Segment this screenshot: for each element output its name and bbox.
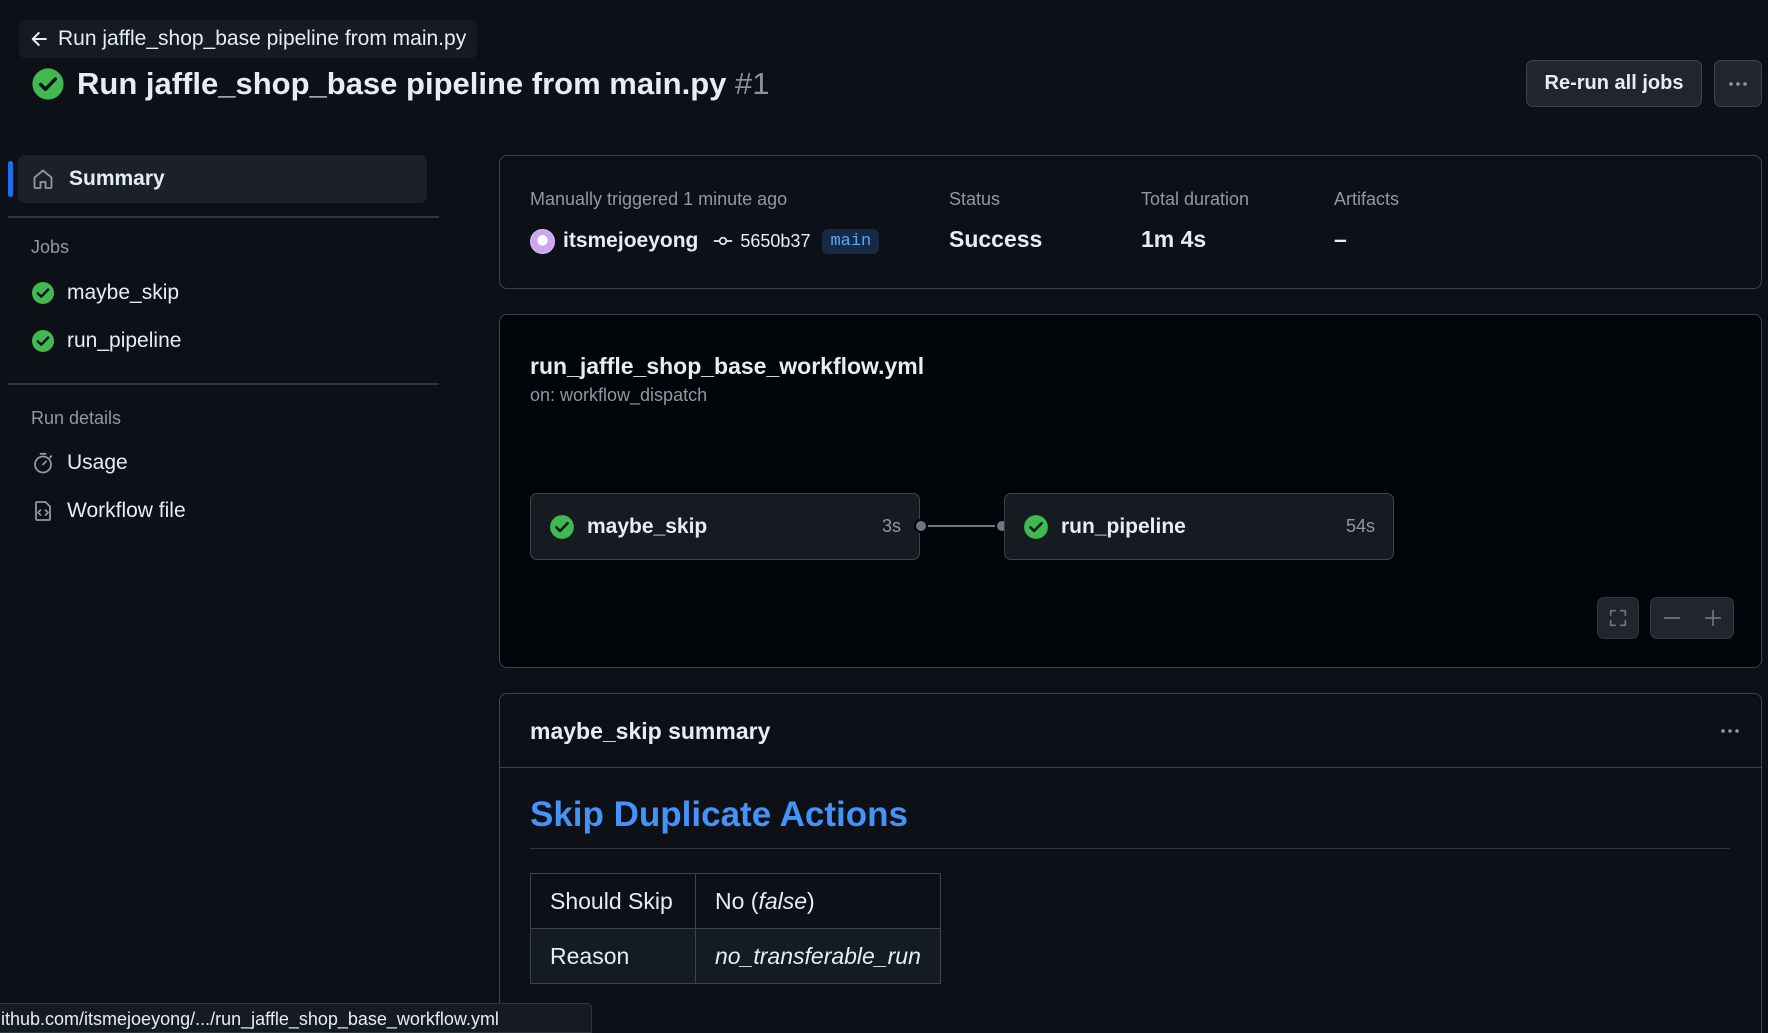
job-name: run_pipeline [1061,514,1186,538]
artifacts-value: – [1334,226,1347,252]
artifacts-label: Artifacts [1334,189,1400,209]
job-connector [922,525,1002,527]
sidebar-item-job-maybe-skip[interactable]: maybe_skip [31,277,179,309]
workflow-run-page: Run jaffle_shop_base pipeline from main.… [0,0,1768,1033]
sidebar-item-workflow-file[interactable]: Workflow file [31,495,186,527]
sidebar-item-label: Workflow file [67,499,186,522]
sidebar-item-job-run-pipeline[interactable]: run_pipeline [31,325,181,357]
sidebar-divider [8,216,439,218]
summary-heading-link[interactable]: Skip Duplicate Actions [530,795,908,835]
arrow-left-icon [31,32,47,46]
trigger-label: Manually triggered 1 minute ago [530,189,788,209]
heading-divider [530,848,1730,849]
status-value: Success [949,226,1043,252]
active-indicator [8,161,13,197]
stopwatch-icon [34,452,53,474]
page-title: Run jaffle_shop_base pipeline from main.… [77,66,770,101]
graph-job-maybe-skip[interactable]: maybe_skip 3s [530,493,920,560]
check-circle-fill-icon [32,282,54,304]
sidebar-item-label: Usage [67,451,128,474]
sidebar-item-label: maybe_skip [67,281,180,304]
workflow-trigger: on: workflow_dispatch [530,385,708,405]
check-circle-fill-icon [550,514,574,539]
kebab-horizontal-icon [1721,729,1739,733]
back-to-workflow-link[interactable]: Run jaffle_shop_base pipeline from main.… [19,20,478,58]
git-commit-icon [714,236,733,246]
job-duration: 3s [881,516,901,536]
sidebar-item-usage[interactable]: Usage [31,447,128,479]
actor-name-link[interactable]: itsmejoeyong [563,229,698,253]
graph-job-run-pipeline[interactable]: run_pipeline 54s [1004,493,1394,560]
zoom-in-icon[interactable] [1702,607,1724,629]
sidebar-divider [8,383,439,385]
sidebar-item-label: run_pipeline [67,329,182,352]
branch-badge[interactable]: main [822,228,880,254]
home-icon [33,169,53,189]
workflow-file-name: run_jaffle_shop_base_workflow.yml [530,353,925,379]
kebab-horizontal-icon [1729,81,1747,86]
run-actor: itsmejoeyong 5650b37 main [530,227,880,255]
status-label: Status [949,189,1001,209]
table-cell-value: no_transferable_run [695,928,941,984]
connector-dot [914,519,928,533]
check-circle-fill-icon [1024,514,1048,539]
duration-label: Total duration [1141,189,1250,209]
zoom-out-icon[interactable] [1661,607,1683,629]
table-row: Should Skip No (false) [530,873,941,929]
summary-menu-button[interactable] [1713,714,1747,748]
zoom-controls [1650,597,1734,639]
sidebar-item-label: Summary [69,167,165,190]
table-cell-value: No (false) [695,873,941,929]
file-code-icon [35,501,51,521]
summary-table: Should Skip No (false) Reason no_transfe… [530,873,941,984]
link-preview-status-bar: ithub.com/itsmejoeyong/.../run_jaffle_sh… [0,1003,592,1033]
check-circle-fill-icon [32,68,64,100]
job-summary-card: maybe_skip summary Skip Duplicate Action… [499,693,1762,1033]
commit-link[interactable]: 5650b37 [712,230,810,252]
job-summary-header: maybe_skip summary [500,694,1761,768]
run-details-heading: Run details [31,408,122,428]
page-title-row: Run jaffle_shop_base pipeline from main.… [31,64,770,104]
duration-value: 1m 4s [1141,226,1207,252]
jobs-heading: Jobs [31,237,70,257]
run-actions-menu-button[interactable] [1714,60,1762,107]
sidebar-item-summary[interactable]: Summary [8,155,427,203]
back-link-label: Run jaffle_shop_base pipeline from main.… [58,27,467,50]
screen-full-icon [1609,609,1627,627]
workflow-graph-card: run_jaffle_shop_base_workflow.yml on: wo… [499,314,1762,668]
avatar[interactable] [530,228,555,254]
table-cell-key: Reason [530,928,696,984]
job-summary-title: maybe_skip summary [530,718,771,744]
job-duration: 54s [1345,516,1375,536]
fullscreen-button[interactable] [1597,597,1639,639]
run-number: #1 [735,66,770,101]
rerun-all-jobs-button[interactable]: Re-run all jobs [1526,60,1702,107]
commit-sha: 5650b37 [740,230,811,251]
check-circle-fill-icon [32,330,54,352]
run-meta-card: Manually triggered 1 minute ago itsmejoe… [499,155,1762,289]
job-name: maybe_skip [587,514,708,538]
table-cell-key: Should Skip [530,873,696,929]
table-row: Reason no_transferable_run [530,928,941,984]
